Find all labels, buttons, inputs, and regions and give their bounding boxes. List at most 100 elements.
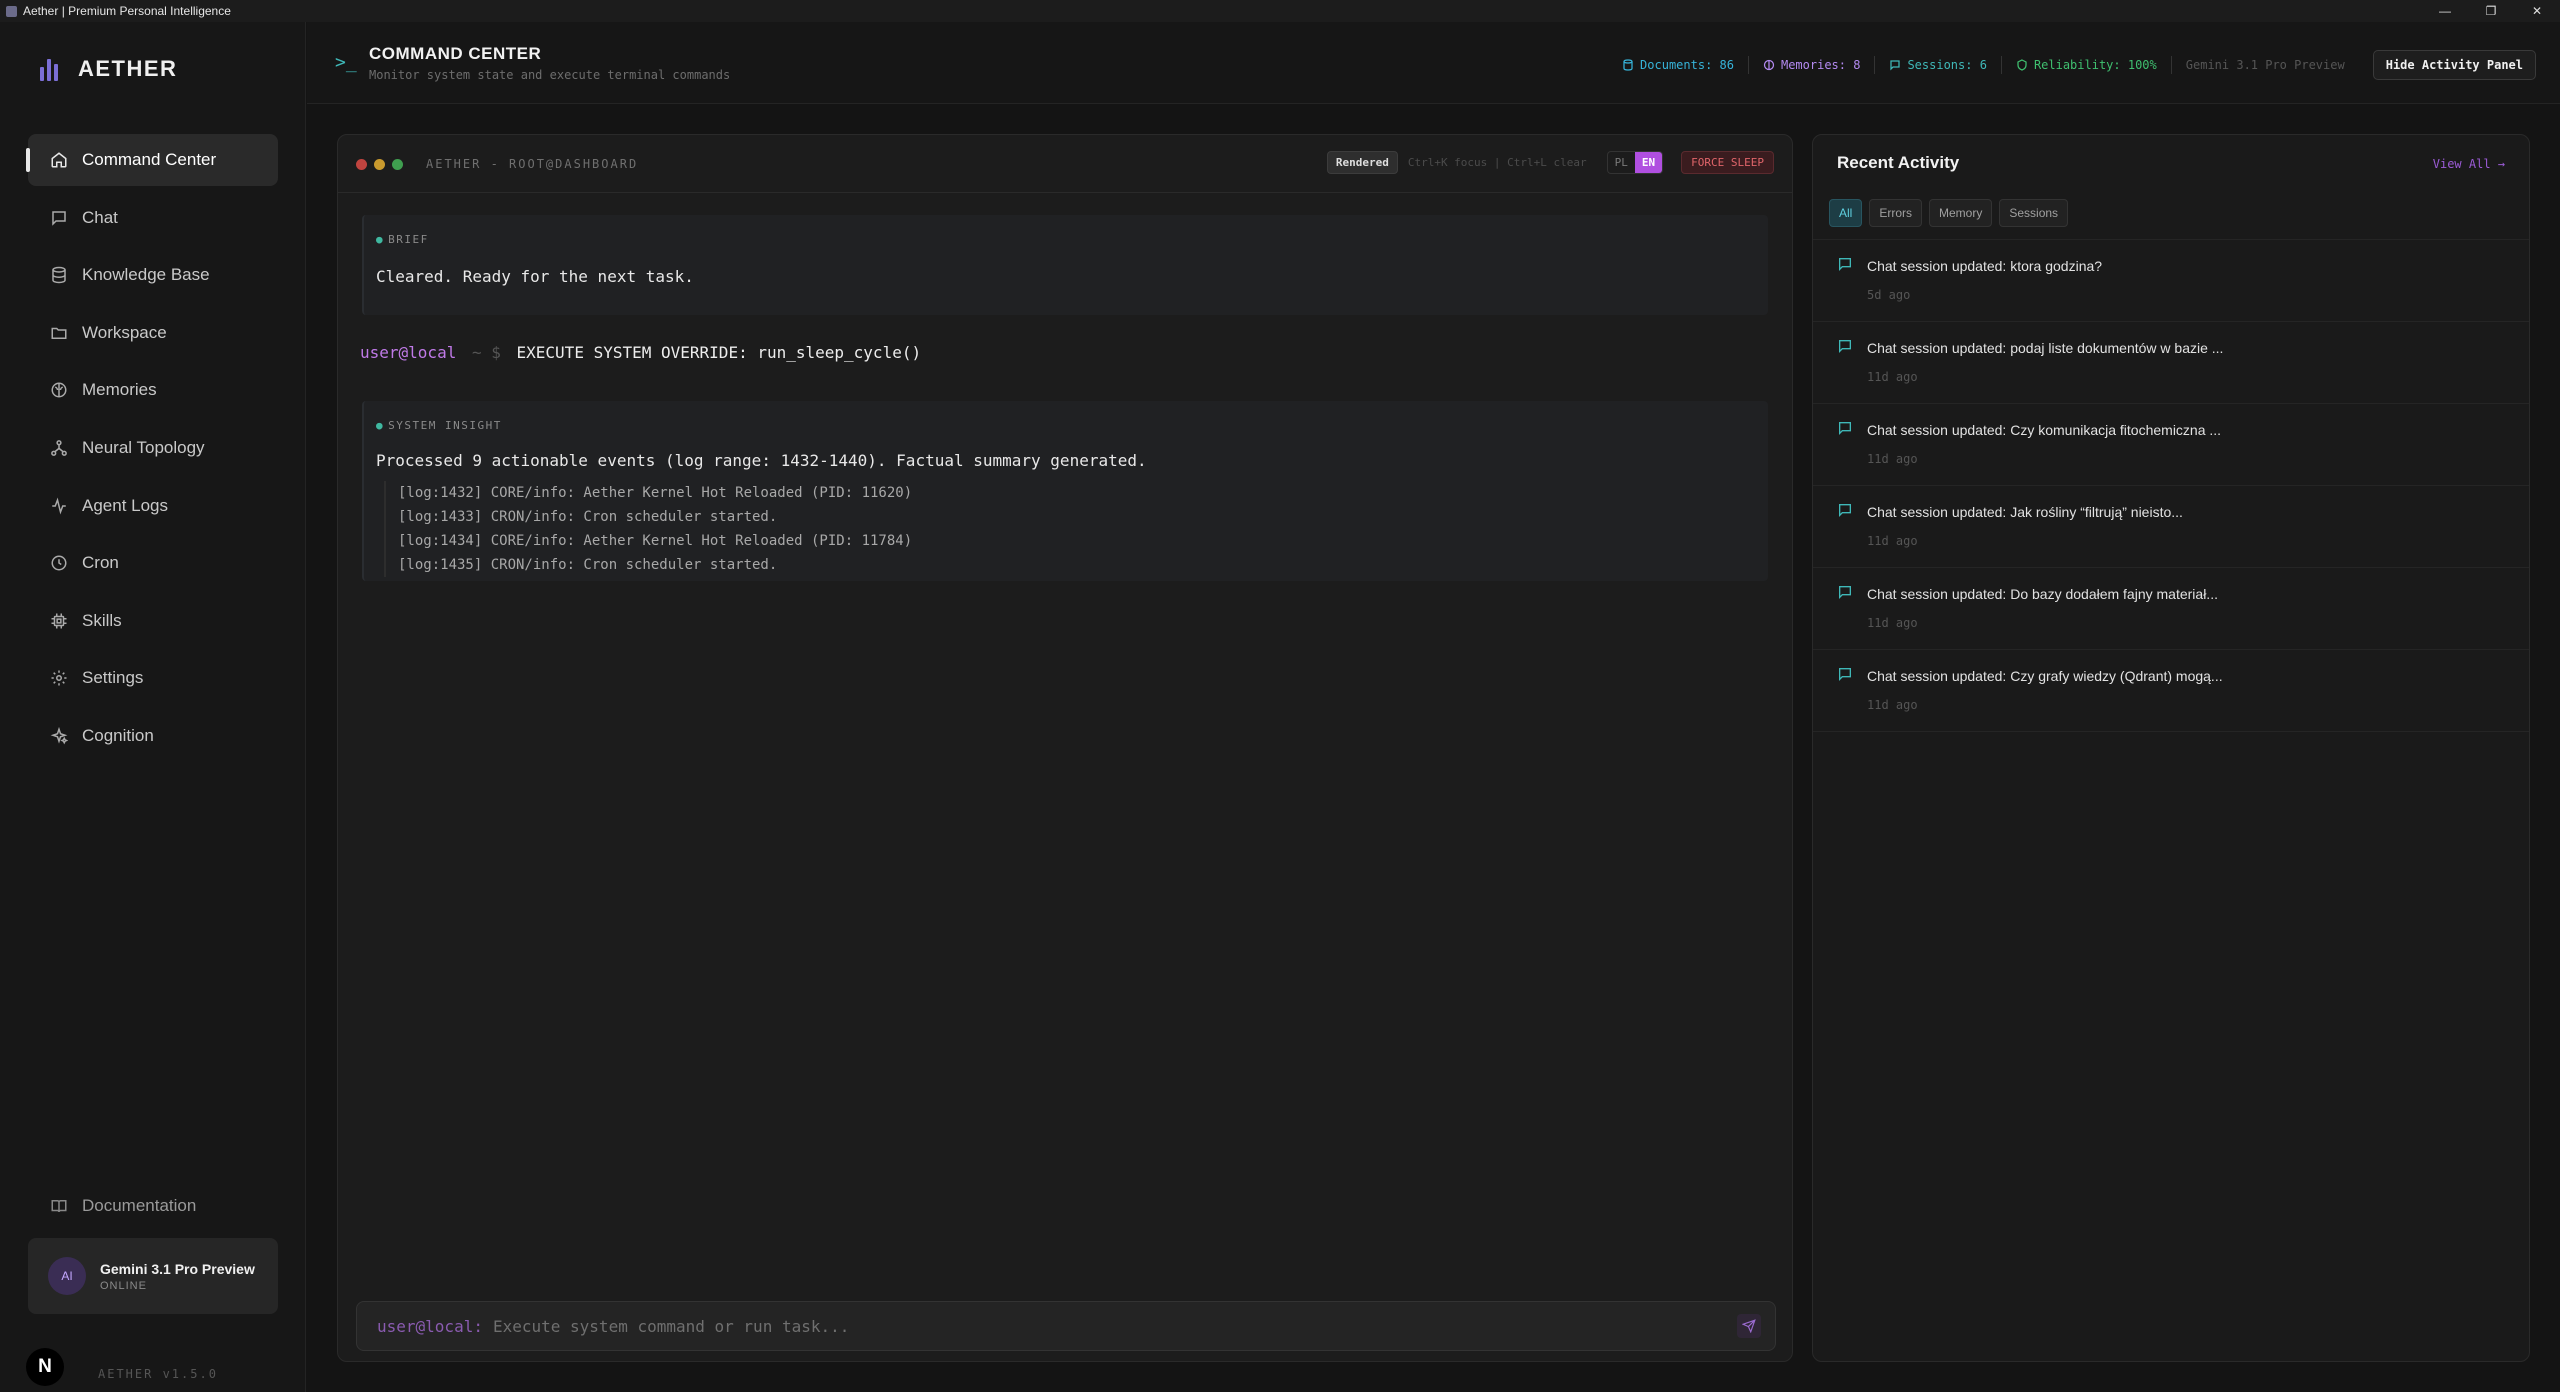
sidebar-item-cognition[interactable]: Cognition: [28, 710, 278, 762]
close-icon[interactable]: ✕: [2514, 0, 2560, 22]
activity-icon: [50, 497, 68, 515]
chat-icon: [1837, 584, 1853, 605]
send-icon: [1742, 1319, 1756, 1333]
stat-memories: Memories: 8: [1749, 56, 1876, 74]
command-input[interactable]: [492, 1316, 1693, 1336]
sidebar-item-workspace[interactable]: Workspace: [28, 307, 278, 359]
brief-block: ● BRIEF Cleared. Ready for the next task.: [362, 215, 1768, 315]
sidebar-item-label: Memories: [82, 380, 157, 400]
folder-icon: [50, 324, 68, 342]
activity-title: Recent Activity: [1837, 153, 1960, 172]
model-card[interactable]: AI Gemini 3.1 Pro Preview ONLINE: [28, 1238, 278, 1314]
activity-time: 11d ago: [1867, 698, 1918, 712]
system-insight-block: ● SYSTEM INSIGHT Processed 9 actionable e…: [362, 401, 1768, 581]
stat-documents: Documents: 86: [1608, 56, 1749, 74]
home-icon: [50, 151, 68, 169]
stat-sessions: Sessions: 6: [1875, 56, 2002, 74]
page-subtitle: Monitor system state and execute termina…: [369, 68, 731, 82]
shortcut-hint: Ctrl+K focus | Ctrl+L clear: [1407, 156, 1587, 169]
insight-tag: ● SYSTEM INSIGHT: [376, 419, 502, 432]
model-name: Gemini 3.1 Pro Preview: [100, 1260, 255, 1277]
sidebar-item-knowledge-base[interactable]: Knowledge Base: [28, 249, 278, 301]
activity-panel: Recent Activity View All → All Errors Me…: [1812, 134, 2530, 1362]
rendered-toggle-button[interactable]: Rendered: [1326, 151, 1398, 174]
activity-text: Chat session updated: Do bazy dodałem fa…: [1867, 586, 2218, 602]
terminal-label: AETHER - ROOT@DASHBOARD: [426, 157, 639, 171]
terminal-icon: >_: [335, 52, 357, 73]
sidebar: AETHER Command Center Chat Knowledge Bas…: [0, 22, 306, 1392]
command-user: user@local: [360, 343, 457, 362]
lang-en-button[interactable]: EN: [1634, 152, 1663, 173]
insight-text: Processed 9 actionable events (log range…: [376, 451, 1147, 470]
log-line: [log:1434] CORE/info: Aether Kernel Hot …: [398, 533, 913, 549]
avatar: AI: [48, 1257, 86, 1295]
lang-pl-button[interactable]: PL: [1608, 152, 1635, 173]
sidebar-item-skills[interactable]: Skills: [28, 595, 278, 647]
documentation-link[interactable]: Documentation: [50, 1196, 196, 1216]
database-icon: [50, 266, 68, 284]
sidebar-item-label: Settings: [82, 668, 144, 688]
list-item[interactable]: Chat session updated: Czy komunikacja fi…: [1813, 404, 2529, 486]
window-title: Aether | Premium Personal Intelligence: [23, 4, 231, 18]
documentation-label: Documentation: [82, 1196, 197, 1215]
database-icon: [1623, 59, 1633, 71]
sidebar-item-label: Command Center: [82, 150, 217, 169]
activity-filters: All Errors Memory Sessions: [1829, 199, 2069, 227]
stat-reliability: Reliability: 100%: [2002, 56, 2172, 74]
chat-icon: [1837, 420, 1853, 441]
sidebar-item-settings[interactable]: Settings: [28, 652, 278, 704]
list-item[interactable]: Chat session updated: Do bazy dodałem fa…: [1813, 568, 2529, 650]
sidebar-item-memories[interactable]: Memories: [28, 364, 278, 416]
activity-text: Chat session updated: Jak rośliny “filtr…: [1867, 504, 2183, 520]
sidebar-item-command-center[interactable]: Command Center: [26, 134, 278, 186]
list-item[interactable]: Chat session updated: Czy grafy wiedzy (…: [1813, 650, 2529, 732]
status-stats: Documents: 86 Memories: 8 Sessions: 6 Re…: [1608, 50, 2536, 80]
sidebar-item-agent-logs[interactable]: Agent Logs: [28, 480, 278, 532]
list-item[interactable]: Chat session updated: Jak rośliny “filtr…: [1813, 486, 2529, 568]
filter-memory[interactable]: Memory: [1929, 199, 1993, 227]
view-all-link[interactable]: View All →: [2433, 157, 2505, 171]
book-icon: [50, 1197, 68, 1215]
sidebar-item-label: Chat: [82, 207, 118, 227]
chat-icon: [1837, 502, 1853, 523]
list-item[interactable]: Chat session updated: ktora godzina? 5d …: [1813, 240, 2529, 322]
list-item[interactable]: Chat session updated: podaj liste dokume…: [1813, 322, 2529, 404]
sidebar-item-neural-topology[interactable]: Neural Topology: [28, 422, 278, 474]
activity-time: 11d ago: [1867, 616, 1918, 630]
filter-errors[interactable]: Errors: [1869, 199, 1923, 227]
hide-activity-panel-button[interactable]: Hide Activity Panel: [2372, 50, 2536, 80]
window-dots: [356, 159, 403, 170]
minimize-icon[interactable]: —: [2422, 0, 2468, 22]
activity-text: Chat session updated: Czy komunikacja fi…: [1867, 422, 2222, 438]
brain-icon: [1763, 59, 1775, 71]
sidebar-item-label: Cron: [82, 553, 119, 573]
activity-time: 11d ago: [1867, 534, 1918, 548]
terminal-panel: AETHER - ROOT@DASHBOARD Rendered Ctrl+K …: [337, 134, 1793, 1362]
activity-time: 5d ago: [1867, 288, 1911, 302]
network-icon: [50, 439, 68, 457]
restore-icon[interactable]: ❐: [2468, 0, 2514, 22]
sidebar-item-cron[interactable]: Cron: [28, 537, 278, 589]
model-status: ONLINE: [100, 1279, 147, 1292]
clock-icon: [50, 554, 68, 572]
sidebar-nav: Command Center Chat Knowledge Base Works…: [26, 134, 278, 768]
n-logo-icon[interactable]: N: [26, 1348, 64, 1386]
cpu-icon: [50, 612, 68, 630]
activity-list: Chat session updated: ktora godzina? 5d …: [1813, 239, 2529, 732]
filter-sessions[interactable]: Sessions: [1999, 199, 2069, 227]
chat-icon: [50, 209, 68, 227]
force-sleep-button[interactable]: FORCE SLEEP: [1681, 151, 1774, 174]
chat-icon: [1837, 666, 1853, 687]
filter-all[interactable]: All: [1829, 199, 1863, 227]
activity-time: 11d ago: [1867, 452, 1918, 466]
sidebar-item-chat[interactable]: Chat: [28, 192, 278, 244]
terminal-toolbar: AETHER - ROOT@DASHBOARD Rendered Ctrl+K …: [338, 135, 1792, 193]
brain-icon: [50, 381, 68, 399]
sidebar-item-label: Cognition: [82, 725, 154, 745]
app-icon: [6, 5, 17, 17]
brand[interactable]: AETHER: [40, 56, 177, 82]
brief-text: Cleared. Ready for the next task.: [376, 267, 694, 286]
command-line: user@local ~ $ EXECUTE SYSTEM OVERRIDE: …: [360, 343, 921, 362]
terminal-tools: Rendered Ctrl+K focus | Ctrl+L clear PL …: [1326, 151, 1774, 174]
send-button[interactable]: [1737, 1314, 1761, 1338]
